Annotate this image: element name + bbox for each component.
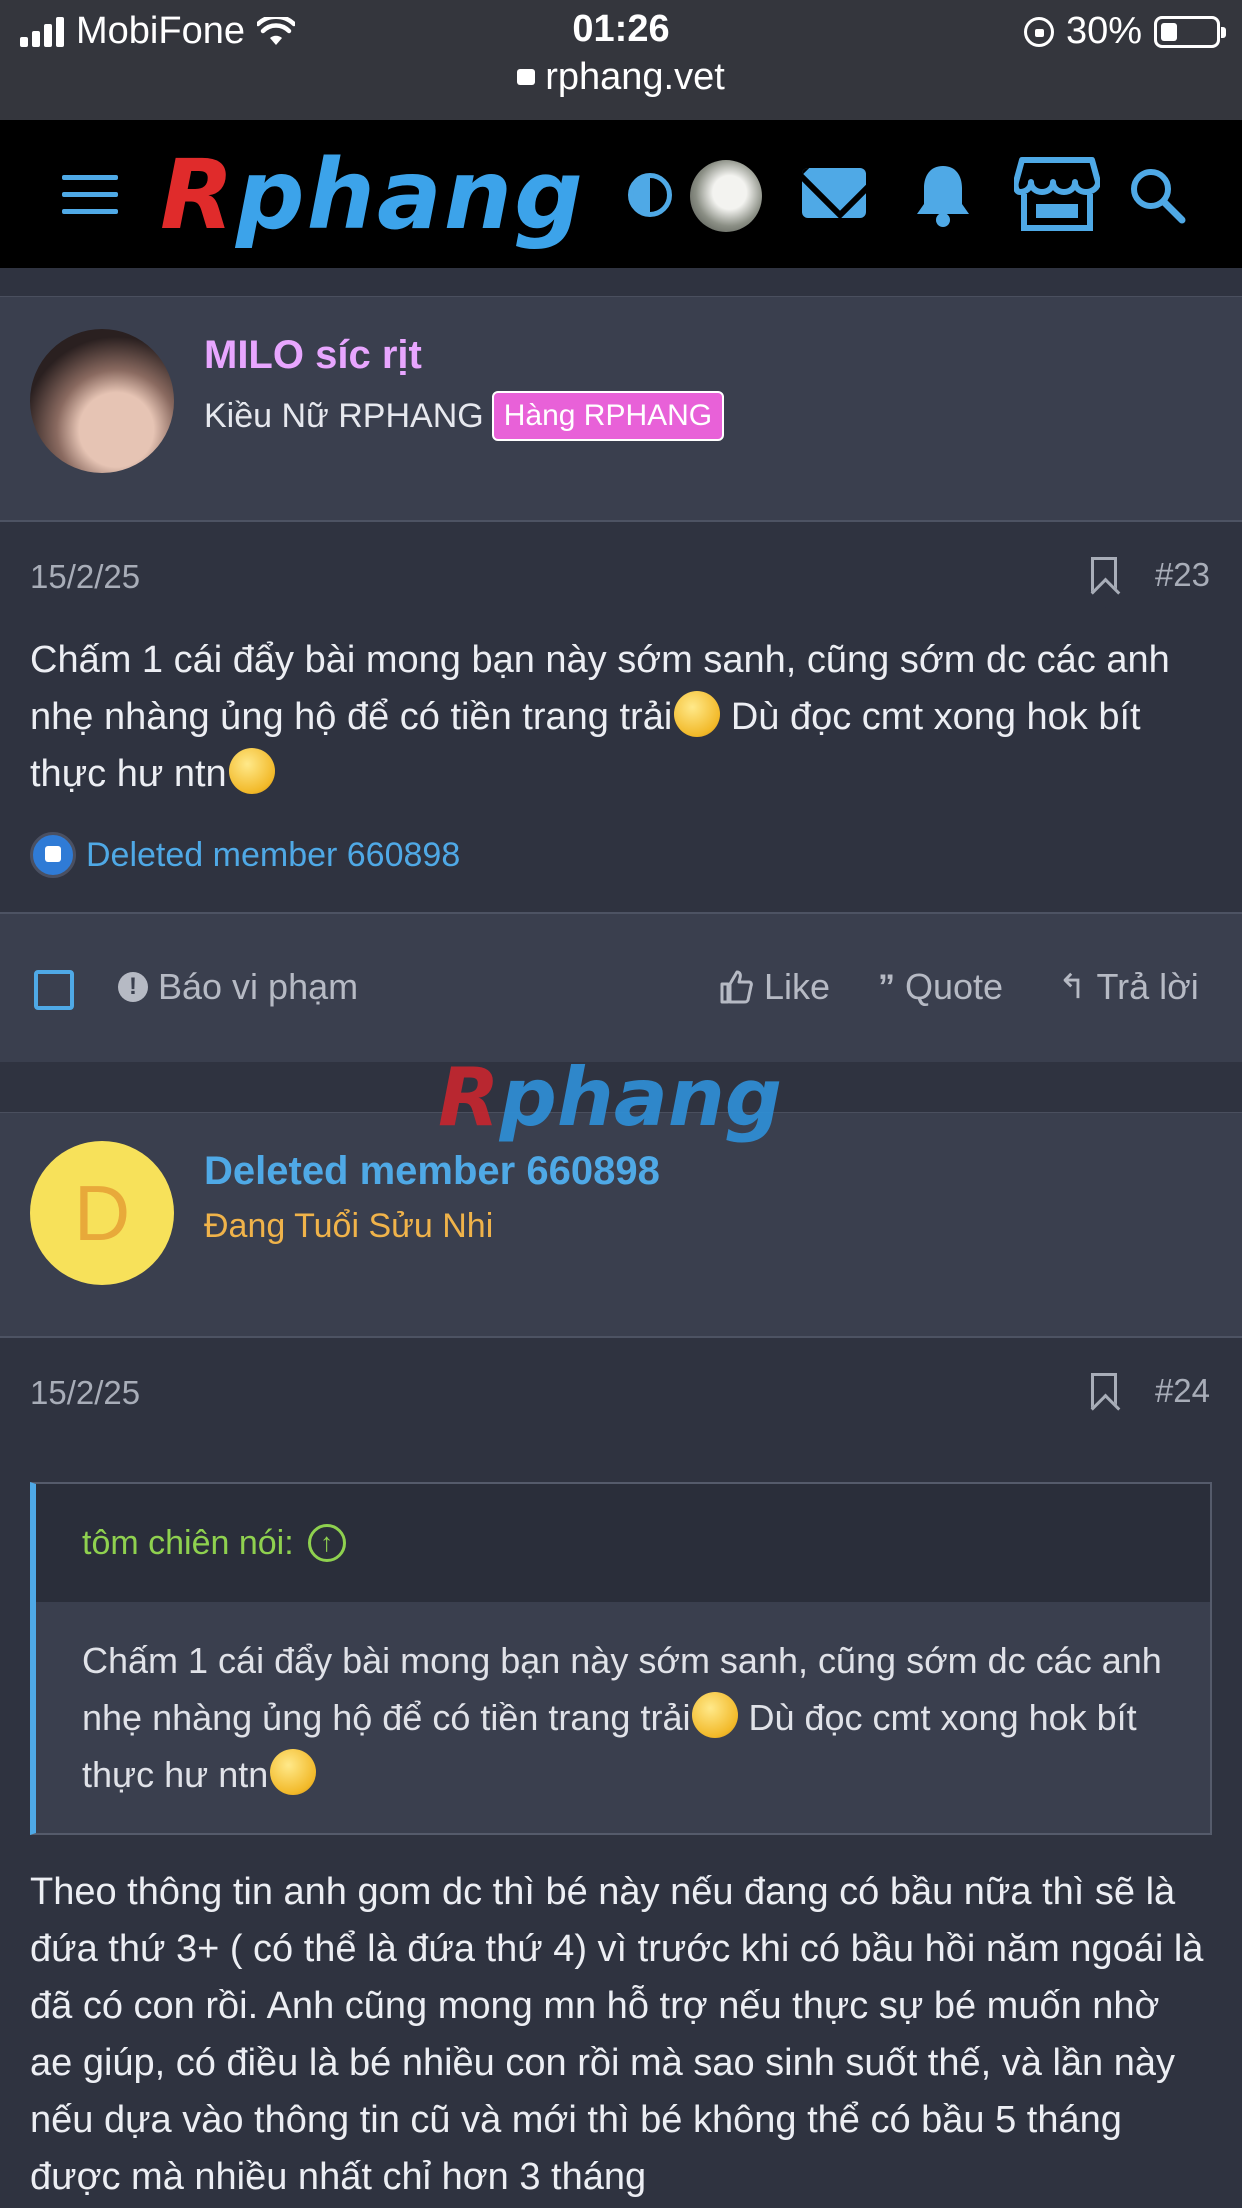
battery-icon xyxy=(1154,15,1226,48)
theme-toggle-icon[interactable] xyxy=(628,173,672,217)
quote-block: tôm chiên nói: ↑ Chấm 1 cái đẩy bài mong… xyxy=(30,1482,1212,1835)
worried-emoji-icon xyxy=(270,1749,317,1795)
rotation-lock-icon xyxy=(1023,16,1054,47)
bookmark-icon[interactable] xyxy=(1090,1373,1117,1409)
quote-author: tôm chiên nói: xyxy=(82,1523,294,1562)
account-avatar[interactable] xyxy=(690,160,762,232)
post-date[interactable]: 15/2/25 xyxy=(30,1374,140,1412)
report-button[interactable]: ! Báo vi phạm xyxy=(118,966,358,1008)
wink-emoji-icon xyxy=(692,1692,739,1738)
user-title: Kiều Nữ RPHANG Hàng RPHANG xyxy=(204,391,725,443)
bookmark-icon[interactable] xyxy=(1090,557,1117,593)
store-icon[interactable] xyxy=(1014,156,1100,232)
quote-text: Chấm 1 cái đẩy bài mong bạn này sớm sanh… xyxy=(82,1640,1162,1795)
user-badge: Hàng RPHANG xyxy=(491,391,725,441)
post-body: 15/2/25 #23 Chấm 1 cái đẩy bài mong bạn … xyxy=(0,522,1242,912)
user-avatar[interactable]: D xyxy=(30,1141,174,1285)
post-author-block: MILO síc rịt Kiều Nữ RPHANG Hàng RPHANG xyxy=(0,296,1242,522)
like-button[interactable]: Like xyxy=(718,966,830,1008)
post-message: Theo thông tin anh gom dc thì bé này nếu… xyxy=(30,1871,1204,2198)
reaction-user[interactable]: Deleted member 660898 xyxy=(86,836,460,875)
post-body: 15/2/25 #24 tôm chiên nói: ↑ Chấm 1 cái … xyxy=(0,1338,1242,2208)
post-actions: ! Báo vi phạm Like ” Quote ↰ Trả lời xyxy=(0,912,1242,1062)
user-title-text: Kiều Nữ RPHANG xyxy=(204,397,484,435)
url-bar[interactable]: rphang.vet xyxy=(0,56,1242,99)
report-label: Báo vi phạm xyxy=(158,966,359,1007)
battery-percent: 30% xyxy=(1065,10,1142,52)
post-username[interactable]: Deleted member 660898 xyxy=(204,1149,660,1194)
select-checkbox[interactable] xyxy=(34,970,74,1010)
alert-icon: ! xyxy=(118,972,148,1002)
post-date[interactable]: 15/2/25 xyxy=(30,558,140,596)
reply-icon: ↰ xyxy=(1058,968,1087,1006)
like-reaction-icon xyxy=(30,832,76,878)
rphang-watermark: Rphang xyxy=(438,1051,783,1144)
avatar-letter: D xyxy=(73,1169,131,1257)
url-text: rphang.vet xyxy=(545,56,725,98)
post-message: Chấm 1 cái đẩy bài mong bạn này sớm sanh… xyxy=(30,639,1170,795)
status-bar: MobiFone 01:26 rphang.vet 30% xyxy=(0,0,1242,120)
bell-icon[interactable] xyxy=(913,162,973,228)
reply-label: Trả lời xyxy=(1096,966,1199,1007)
menu-icon[interactable] xyxy=(62,175,118,215)
status-right: 30% xyxy=(1023,10,1226,53)
go-to-quote-icon[interactable]: ↑ xyxy=(307,1524,346,1562)
quote-header[interactable]: tôm chiên nói: ↑ xyxy=(36,1484,1210,1602)
search-icon[interactable] xyxy=(1128,166,1186,224)
site-header: Rphang xyxy=(0,120,1242,268)
user-title: Đang Tuổi Sửu Nhi xyxy=(204,1207,494,1245)
mail-icon[interactable] xyxy=(802,168,866,218)
post-meta: #23 xyxy=(1090,556,1210,594)
user-avatar[interactable] xyxy=(30,329,174,473)
quote-icon: ” xyxy=(878,967,895,1006)
post-username[interactable]: MILO síc rịt xyxy=(204,333,422,378)
worried-emoji-icon xyxy=(228,748,275,794)
quote-label: Quote xyxy=(905,966,1004,1007)
thumbs-up-icon xyxy=(720,970,753,1004)
post-number[interactable]: #23 xyxy=(1155,556,1210,594)
reaction-bar[interactable]: Deleted member 660898 xyxy=(30,832,460,878)
lock-icon xyxy=(517,69,536,85)
post-meta: #24 xyxy=(1090,1372,1210,1410)
like-label: Like xyxy=(764,966,831,1007)
site-logo[interactable]: Rphang xyxy=(160,145,583,245)
post-number[interactable]: #24 xyxy=(1155,1372,1210,1410)
quote-button[interactable]: ” Quote xyxy=(878,966,1003,1008)
reply-button[interactable]: ↰ Trả lời xyxy=(1058,966,1199,1008)
wink-emoji-icon xyxy=(674,691,721,737)
